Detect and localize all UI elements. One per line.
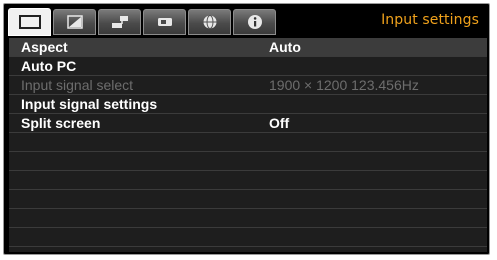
empty-row bbox=[9, 228, 487, 247]
screen-icon bbox=[18, 15, 41, 29]
menu-item-aspect[interactable]: Aspect Auto bbox=[9, 38, 487, 57]
tab-picture-adjust[interactable] bbox=[53, 9, 96, 35]
menu-item-value: 1900 × 1200 123.456Hz bbox=[269, 77, 419, 93]
menu-item-label: Input signal select bbox=[21, 77, 134, 93]
tab-bar: Input settings bbox=[8, 8, 487, 36]
tab-system-settings[interactable] bbox=[143, 9, 186, 35]
install-settings-icon bbox=[111, 16, 128, 28]
settings-list: Aspect Auto Auto PC Input signal select … bbox=[9, 38, 487, 252]
picture-adjust-icon bbox=[66, 15, 83, 29]
menu-item-label: Split screen bbox=[21, 115, 101, 131]
empty-row bbox=[9, 133, 487, 152]
menu-item-value: Off bbox=[269, 115, 290, 131]
tab-network[interactable] bbox=[188, 9, 231, 35]
menu-item-auto-pc[interactable]: Auto PC bbox=[9, 57, 487, 76]
tab-info[interactable] bbox=[233, 9, 276, 35]
menu-item-label: Aspect bbox=[21, 39, 68, 55]
tab-screen[interactable] bbox=[8, 8, 51, 36]
menu-window: Input settings Aspect Auto Auto PC Input… bbox=[3, 3, 490, 255]
empty-row bbox=[9, 171, 487, 190]
panel-title: Input settings bbox=[381, 12, 479, 28]
empty-row bbox=[9, 152, 487, 171]
menu-item-split-screen[interactable]: Split screen Off bbox=[9, 114, 487, 133]
menu-item-label: Auto PC bbox=[21, 58, 77, 74]
system-settings-icon bbox=[157, 18, 172, 26]
menu-item-value: Auto bbox=[269, 39, 301, 55]
menu-item-input-signal-select: Input signal select 1900 × 1200 123.456H… bbox=[9, 76, 487, 95]
menu-item-input-signal-settings[interactable]: Input signal settings bbox=[9, 95, 487, 114]
network-icon bbox=[203, 15, 216, 29]
empty-row bbox=[9, 190, 487, 209]
menu-item-label: Input signal settings bbox=[21, 96, 158, 112]
info-icon bbox=[247, 15, 262, 29]
tab-install-settings[interactable] bbox=[98, 9, 141, 35]
empty-row bbox=[9, 209, 487, 228]
